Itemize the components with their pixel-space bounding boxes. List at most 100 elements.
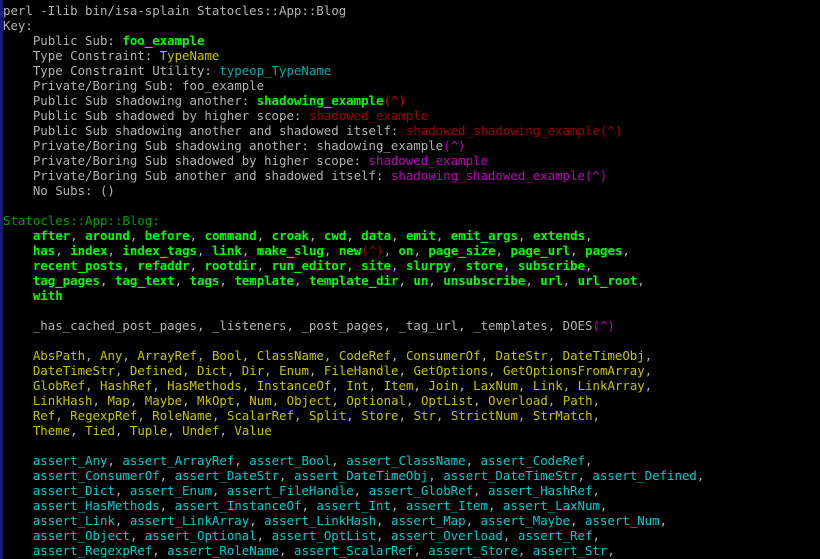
separator	[219, 408, 226, 423]
identifier: assert_Link	[32, 513, 115, 528]
type-constraint-line: GlobRef, HashRef, HasMethods, InstanceOf…	[3, 378, 820, 393]
separator: ,	[622, 243, 630, 258]
separator: ,	[599, 498, 608, 513]
identifier: page_size	[428, 243, 496, 258]
key-entry-label: Private/Boring Sub:	[3, 78, 183, 93]
identifier: make_slug	[256, 243, 324, 258]
identifier: assert_ConsumerOf	[32, 468, 160, 483]
identifier: FileHandle	[323, 363, 399, 378]
key-entry-label: No Subs: ()	[3, 183, 115, 198]
separator: ,	[592, 528, 600, 543]
separator	[316, 228, 323, 243]
separator: ,	[279, 468, 287, 483]
key-entry: Private/Boring Sub: foo_example	[3, 78, 820, 93]
separator	[167, 468, 174, 483]
separator: ,	[279, 543, 287, 558]
separator	[3, 273, 33, 288]
separator: ,	[465, 453, 474, 468]
identifier: CodeRef	[338, 348, 392, 363]
separator	[122, 363, 129, 378]
separator	[3, 528, 33, 543]
separator: ,	[592, 408, 601, 423]
separator: ,	[458, 378, 466, 393]
identifier: croak	[271, 228, 309, 243]
separator	[3, 408, 33, 423]
terminal-screen[interactable]: perl -Ilib bin/isa-splain Statocles::App…	[0, 0, 820, 559]
identifier: StrictNum	[450, 408, 518, 423]
identifier: Tuple	[129, 423, 168, 438]
separator: ,	[346, 258, 354, 273]
identifier: assert_DateStr	[174, 468, 280, 483]
identifier: index_tags	[122, 243, 198, 258]
separator	[331, 348, 338, 363]
separator	[399, 228, 406, 243]
separator	[510, 528, 517, 543]
separator	[264, 528, 271, 543]
identifier: _tag_url	[398, 318, 459, 333]
separator	[287, 543, 294, 558]
shadow-marker-icon: (^)	[443, 138, 466, 153]
type-utility-line: assert_HasMethods, assert_InstanceOf, as…	[3, 498, 820, 513]
identifier: assert_RegexpRef	[32, 543, 153, 558]
type-utility-line: assert_Dict, assert_Enum, assert_FileHan…	[3, 483, 820, 498]
separator: ,	[585, 258, 593, 273]
identifier: with	[32, 288, 63, 303]
key-entry-label: Public Sub:	[3, 33, 123, 48]
identifier: tag_pages	[32, 273, 100, 288]
separator	[219, 483, 226, 498]
key-entry-value: shadowing_example	[256, 93, 384, 108]
identifier: assert_CodeRef	[480, 453, 585, 468]
identifier: AbsPath	[32, 348, 86, 363]
shadow-marker-icon: (^)	[592, 318, 615, 333]
separator: ,	[152, 378, 160, 393]
identifier: Dict	[197, 363, 227, 378]
identifier: _listeners	[211, 318, 287, 333]
separator: ,	[264, 363, 272, 378]
identifier: Store	[361, 408, 399, 423]
separator	[107, 273, 114, 288]
separator	[3, 348, 33, 363]
separator: ,	[592, 483, 600, 498]
separator: ,	[584, 453, 593, 468]
separator: ,	[383, 318, 391, 333]
separator: ,	[495, 243, 504, 258]
separator: ,	[107, 453, 115, 468]
separator: ,	[197, 243, 205, 258]
identifier: Enum	[279, 363, 309, 378]
separator	[578, 513, 585, 528]
separator	[525, 408, 532, 423]
separator	[93, 378, 100, 393]
shadow-marker-icon: (^)	[599, 123, 623, 138]
identifier: slurpy	[405, 258, 451, 273]
command-text: perl -Ilib bin/isa-splain Statocles::App…	[3, 3, 347, 18]
key-entry-label: Type Constraint Utility:	[3, 63, 220, 78]
identifier: Split	[308, 408, 347, 423]
separator: ,	[428, 468, 436, 483]
key-entry-value: shadowed_shadowing_example	[405, 123, 600, 138]
identifier: Map	[107, 393, 130, 408]
separator: ,	[182, 393, 190, 408]
identifier: GetOptionsFromArray	[502, 363, 645, 378]
separator	[3, 498, 33, 513]
package-heading-text: Statocles::App::Blog:	[3, 213, 160, 228]
separator	[481, 393, 488, 408]
separator: ,	[92, 393, 100, 408]
key-entry-label: Public Sub shadowed by higher scope:	[3, 108, 309, 123]
identifier: index	[70, 243, 108, 258]
separator: ,	[644, 348, 653, 363]
separator: ,	[331, 393, 339, 408]
identifier: template	[234, 273, 295, 288]
separator: ,	[585, 228, 593, 243]
separator	[384, 528, 391, 543]
separator	[458, 258, 465, 273]
separator: ,	[331, 453, 339, 468]
separator	[122, 483, 129, 498]
identifier: ConsumerOf	[405, 348, 481, 363]
identifier: Path	[562, 393, 593, 408]
separator	[555, 348, 562, 363]
key-entry-value: shadowed_example	[368, 153, 488, 168]
key-heading-text: Key:	[3, 18, 33, 33]
separator	[578, 243, 585, 258]
identifier: Bool	[211, 348, 242, 363]
separator	[361, 483, 368, 498]
